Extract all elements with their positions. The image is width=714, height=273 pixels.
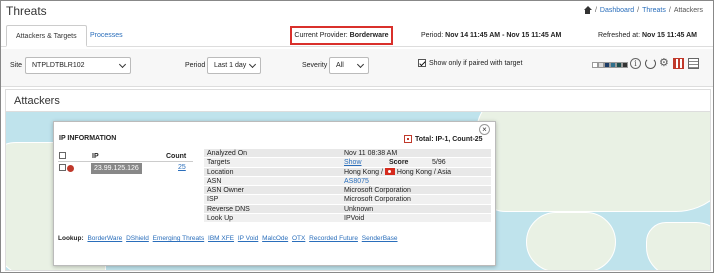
lookup-link-emerging-threats[interactable]: Emerging Threats (153, 235, 205, 242)
site-label: Site (10, 62, 23, 69)
map-land (526, 212, 616, 270)
page-title: Threats (6, 4, 47, 18)
gear-icon[interactable]: ⚙ (659, 58, 670, 69)
targets-show-link[interactable]: Show (344, 159, 362, 166)
popup-title: IP INFORMATION (59, 135, 117, 142)
paired-checkbox[interactable] (418, 59, 426, 67)
row-checkbox[interactable] (59, 164, 66, 171)
chevron-down-icon (118, 60, 127, 69)
ip-information-popup: IP INFORMATION × Total: IP-1, Count-25 I… (53, 121, 496, 266)
period-select[interactable]: Last 1 day (207, 57, 261, 74)
detail-row: Targets Show Score 5/96 (204, 158, 491, 168)
lookup-link-ibm-xfe[interactable]: IBM XFE (208, 235, 234, 242)
ip-table: IP Count 23.99.125.126 25 (58, 152, 193, 175)
severity-label: Severity (302, 62, 328, 69)
qr-icon[interactable] (673, 58, 684, 69)
hong-kong-flag-icon (384, 168, 395, 176)
grid-icon[interactable] (688, 58, 699, 69)
ip-table-header: IP Count (58, 152, 193, 162)
ip-column-header: IP (92, 153, 99, 160)
refresh-icon[interactable] (645, 58, 656, 69)
detail-row: ASN AS8075 (204, 176, 491, 187)
lookup-links: Lookup: BorderWare DShield Emerging Thre… (58, 235, 398, 242)
paired-label: Show only if paired with target (429, 60, 523, 67)
info-icon[interactable]: i (630, 58, 641, 69)
map-land (476, 112, 710, 212)
lookup-link-recorded-future[interactable]: Recorded Future (309, 235, 358, 242)
app-frame: Threats / Dashboard / Threats / Attacker… (0, 0, 714, 273)
detail-row: ASN Owner Microsoft Corporation (204, 186, 491, 196)
period-info: Period: Nov 14 11:45 AM - Nov 15 11:45 A… (421, 32, 562, 39)
section-title: Attackers (14, 95, 60, 107)
detail-row: Analyzed On Nov 11 08:38 AM (204, 149, 491, 159)
refreshed-info: Refreshed at: Nov 15 11:45 AM (598, 32, 697, 39)
detail-row: Location Hong Kong / Hong Kong / Asia (204, 167, 491, 177)
close-icon[interactable]: × (479, 124, 490, 135)
period-label: Period (185, 62, 206, 69)
chevron-down-icon (248, 60, 257, 69)
lookup-link-malcode[interactable]: MalcOde (262, 235, 288, 242)
lookup-link-otx[interactable]: OTX (292, 235, 305, 242)
breadcrumb: / Dashboard / Threats / Attackers (583, 6, 703, 14)
total-icon (404, 135, 412, 143)
count-link[interactable]: 25 (178, 164, 186, 171)
chevron-down-icon (356, 60, 365, 69)
breadcrumb-threats[interactable]: Threats (642, 7, 666, 14)
lookup-link-senderbase[interactable]: SenderBase (362, 235, 398, 242)
total-text: Total: IP-1, Count-25 (415, 136, 483, 143)
attackers-section-header: Attackers (5, 89, 711, 111)
current-provider: Current Provider: Borderware (290, 26, 393, 45)
home-icon[interactable] (583, 6, 592, 14)
map-land (646, 222, 710, 270)
lookup-link-ip-void[interactable]: IP Void (238, 235, 258, 242)
detail-row: Look Up IPVoid (204, 214, 491, 224)
period-value: Nov 14 11:45 AM - Nov 15 11:45 AM (445, 32, 562, 39)
count-column-header: Count (166, 153, 187, 160)
severity-select[interactable]: All (329, 57, 369, 74)
site-select[interactable]: NTPLDTBLR102 (25, 57, 131, 74)
table-row[interactable]: 23.99.125.126 25 (58, 163, 193, 175)
tab-attackers-targets[interactable]: Attackers & Targets (6, 25, 87, 47)
refreshed-value: Nov 15 11:45 AM (641, 32, 697, 39)
ip-value[interactable]: 23.99.125.126 (91, 163, 142, 174)
tab-processes[interactable]: Processes (81, 25, 132, 47)
lookup-link-borderware[interactable]: BorderWare (87, 235, 122, 242)
severity-legend (592, 62, 628, 68)
severity-swatch (622, 62, 628, 68)
detail-row: Reverse DNS Unknown (204, 204, 491, 215)
breadcrumb-attackers: Attackers (673, 6, 703, 14)
filter-bar: Site NTPLDTBLR102 Period Last 1 day Seve… (1, 49, 713, 87)
asn-link[interactable]: AS8075 (344, 178, 369, 185)
severity-dot-icon (67, 165, 74, 172)
breadcrumb-dashboard[interactable]: Dashboard (600, 7, 634, 14)
select-all-checkbox[interactable] (59, 152, 66, 159)
lookup-link-dshield[interactable]: DShield (126, 235, 149, 242)
provider-value: Borderware (349, 32, 389, 39)
detail-row: ISP Microsoft Corporation (204, 195, 491, 205)
ip-details: Analyzed On Nov 11 08:38 AM Targets Show… (204, 149, 491, 224)
